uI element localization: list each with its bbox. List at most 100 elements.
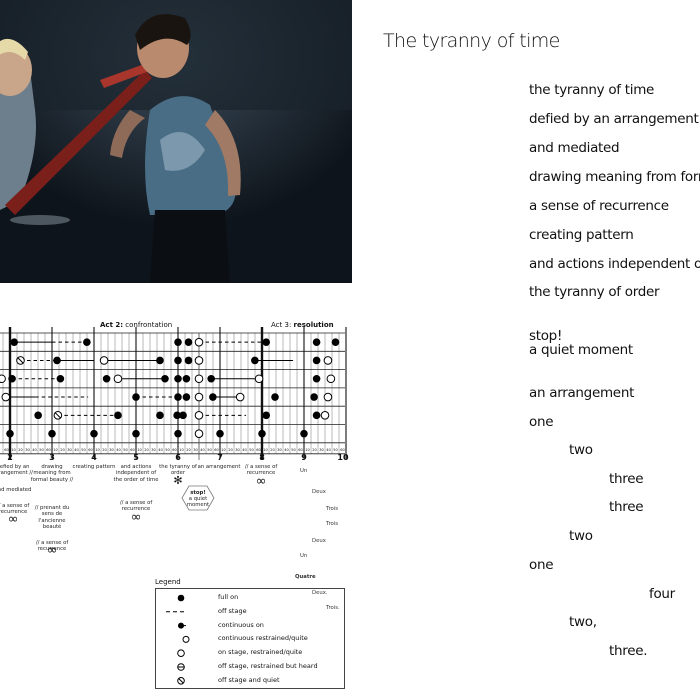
score-grid: 60 10 20 30 40 50 60 10 20 30 40 50 60 10 20 30 40 50 60 10… bbox=[0, 327, 347, 460]
tick-label: 50 bbox=[81, 448, 86, 452]
tick-label: 50 bbox=[249, 448, 254, 452]
full-on-mark bbox=[300, 429, 308, 438]
tick-label: 30 bbox=[151, 448, 156, 452]
poem-line: three bbox=[609, 471, 644, 487]
tick-label: 60 bbox=[298, 448, 303, 452]
restrained-mark bbox=[194, 374, 204, 384]
performance-photo bbox=[0, 0, 352, 283]
full-on-mark bbox=[132, 429, 140, 438]
poem-line: three bbox=[609, 499, 644, 515]
restrained-mark bbox=[113, 374, 123, 384]
restrained-mark bbox=[326, 374, 336, 384]
tick-label: 50 bbox=[291, 448, 296, 452]
full-on-mark bbox=[156, 411, 164, 420]
tick-label: 20 bbox=[186, 448, 191, 452]
poem-line: creating pattern bbox=[529, 227, 634, 243]
french-count-label: Trois bbox=[326, 506, 338, 512]
full-on-mark bbox=[182, 374, 191, 383]
tick-label: 30 bbox=[67, 448, 72, 452]
full-on-mark bbox=[179, 411, 187, 420]
restrained-mark bbox=[194, 411, 204, 420]
tick-label: 30 bbox=[319, 448, 324, 452]
full-on-mark bbox=[251, 356, 259, 365]
poem-line: two bbox=[569, 442, 593, 458]
tick-label: 50 bbox=[123, 448, 128, 452]
full-on-mark bbox=[312, 338, 321, 346]
tick-label: 10 bbox=[263, 448, 268, 452]
full-on-mark bbox=[6, 429, 14, 438]
poem-line: the tyranny of time bbox=[529, 82, 655, 98]
tick-label: 40 bbox=[200, 448, 205, 452]
full-on-mark bbox=[90, 429, 98, 438]
tick-label: 20 bbox=[144, 448, 149, 452]
french-count-label: Un bbox=[300, 553, 308, 559]
tick-label: 50 bbox=[207, 448, 212, 452]
minute-number: 8 bbox=[259, 453, 265, 462]
legend-item-symbol bbox=[178, 622, 186, 629]
french-count-label: Deux bbox=[312, 489, 326, 495]
restrained-mark bbox=[320, 411, 330, 420]
stop-sub-label: a quiet moment bbox=[186, 496, 210, 508]
score-label: and mediated bbox=[0, 487, 32, 493]
tick-label: 40 bbox=[32, 448, 37, 452]
open-circle-icon bbox=[177, 649, 185, 657]
legend-label: off stage bbox=[218, 606, 247, 615]
infinity-icon: ∞ bbox=[255, 474, 267, 489]
tick-label: 10 bbox=[305, 448, 310, 452]
full-on-mark bbox=[161, 374, 169, 383]
full-on-mark bbox=[258, 429, 266, 438]
poem-line: one bbox=[529, 414, 554, 430]
poem-line: the tyranny of order bbox=[529, 284, 660, 300]
score-label: an arrangement bbox=[197, 464, 241, 470]
score-label: // prenant du sens de l'ancienne beauté bbox=[34, 505, 70, 531]
tick-label: 30 bbox=[235, 448, 240, 452]
minute-number: 6 bbox=[175, 453, 181, 462]
full-on-mark bbox=[312, 374, 321, 383]
french-count-label: Deux bbox=[312, 538, 326, 544]
tick-label: 40 bbox=[158, 448, 163, 452]
tick-label: 40 bbox=[74, 448, 79, 452]
tick-label: 20 bbox=[228, 448, 233, 452]
restrained-mark bbox=[194, 337, 204, 347]
legend-label: full on bbox=[218, 593, 239, 601]
poem-line: one bbox=[529, 557, 554, 573]
full-on-mark bbox=[184, 356, 193, 365]
restrained-mark bbox=[99, 356, 109, 365]
tick-label: 10 bbox=[179, 448, 184, 452]
score-label: and actions independent of the order of … bbox=[113, 464, 159, 483]
restrained-mark bbox=[254, 374, 264, 384]
tick-label: 50 bbox=[165, 448, 170, 452]
french-count-label: Quatre bbox=[295, 574, 316, 580]
infinity-icon: ∞ bbox=[130, 510, 142, 525]
minute-number: 3 bbox=[49, 453, 55, 462]
legend-label: on stage, restrained/quite bbox=[218, 648, 303, 657]
french-count-label: Un bbox=[300, 468, 308, 474]
full-on-mark bbox=[216, 429, 224, 438]
full-on-mark bbox=[262, 338, 271, 346]
french-count-label: Trois bbox=[326, 521, 338, 527]
tick-label: 60 bbox=[172, 448, 177, 452]
full-on-mark bbox=[56, 374, 65, 383]
full-on-mark bbox=[331, 338, 340, 346]
tick-label: 10 bbox=[53, 448, 58, 452]
legend-label: off stage and quiet bbox=[218, 675, 280, 684]
tick-label: 30 bbox=[109, 448, 114, 452]
score-label: drawing meaning from formal beauty // bbox=[30, 464, 74, 483]
tick-label: 60 bbox=[46, 448, 51, 452]
restrained-mark bbox=[194, 392, 204, 402]
full-on-mark bbox=[262, 411, 271, 420]
poem-line: drawing meaning from forma bbox=[529, 169, 700, 185]
full-on-mark bbox=[102, 374, 111, 383]
poem-line: an arrangement bbox=[529, 385, 635, 401]
tick-label: 30 bbox=[277, 448, 282, 452]
tick-label: 20 bbox=[60, 448, 65, 452]
tick-label: 40 bbox=[242, 448, 247, 452]
full-on-mark bbox=[156, 356, 164, 365]
legend-item-symbol bbox=[177, 649, 185, 657]
tick-label: 20 bbox=[270, 448, 275, 452]
full-on-mark bbox=[310, 393, 318, 401]
full-circle-icon bbox=[177, 594, 185, 602]
minute-number: 7 bbox=[217, 453, 223, 462]
poem-line: two, bbox=[569, 614, 597, 630]
full-on-mark bbox=[182, 393, 191, 401]
